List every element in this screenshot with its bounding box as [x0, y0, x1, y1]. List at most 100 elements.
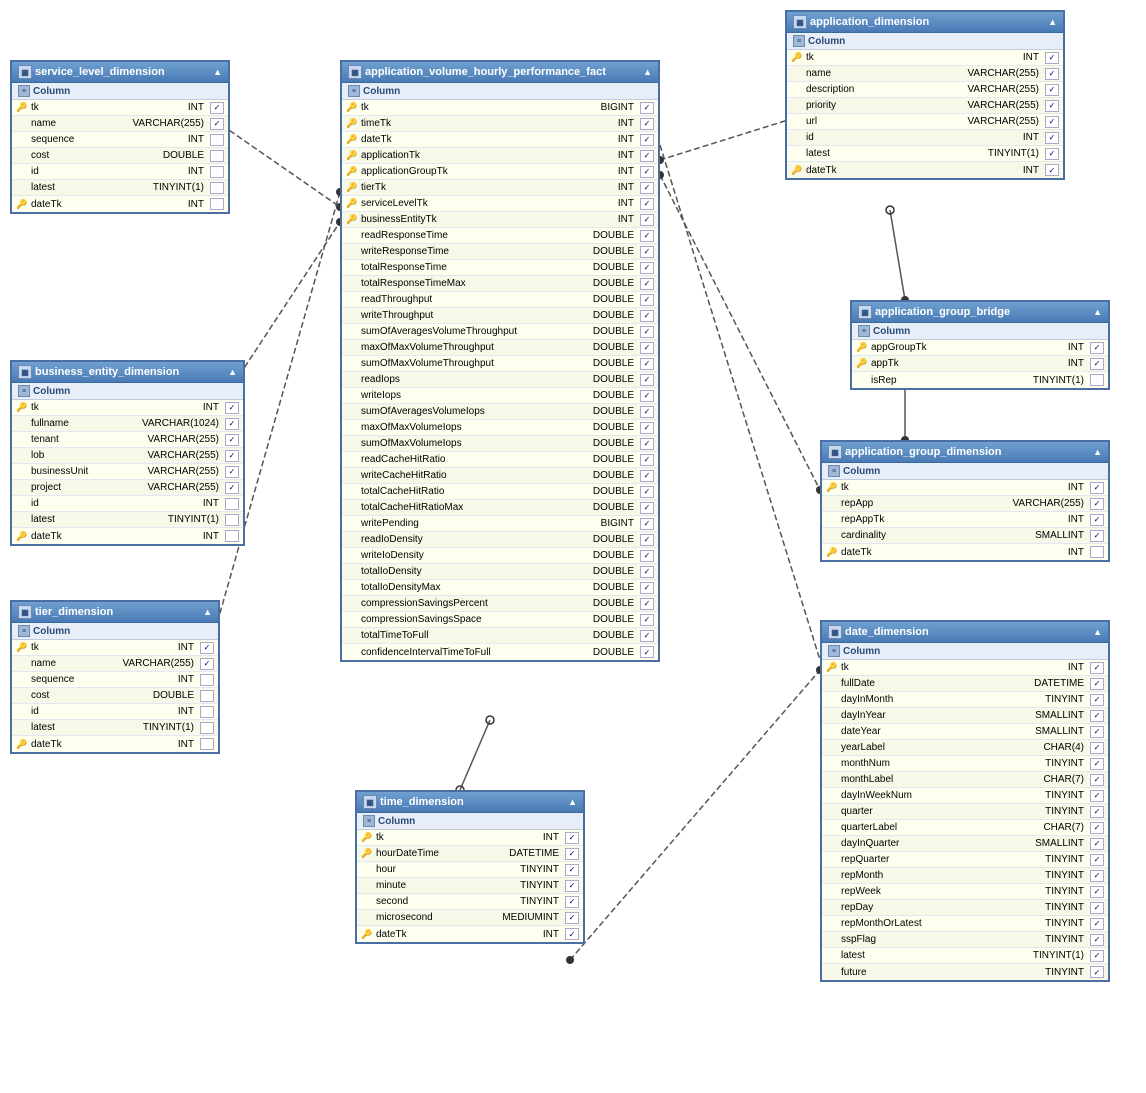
application-group-dimension-title: application_group_dimension	[845, 446, 1001, 458]
table-row: id INT	[787, 130, 1063, 146]
fact-title: application_volume_hourly_performance_fa…	[365, 66, 606, 78]
table-row: id INT	[12, 164, 228, 180]
table-row: maxOfMaxVolumeIops DOUBLE	[342, 420, 658, 436]
table-row: writeResponseTime DOUBLE	[342, 244, 658, 260]
table-icon: ▦	[828, 625, 842, 639]
table-row: sumOfMaxVolumeIops DOUBLE	[342, 436, 658, 452]
table-row: 🔑 appTk INT	[852, 356, 1108, 372]
table-row: 🔑 tk INT	[822, 480, 1108, 496]
table-row: repWeek TINYINT	[822, 884, 1108, 900]
table-row: writeIoDensity DOUBLE	[342, 548, 658, 564]
table-row: sspFlag TINYINT	[822, 932, 1108, 948]
table-row: cost DOUBLE	[12, 688, 218, 704]
table-row: name VARCHAR(255)	[787, 66, 1063, 82]
table-row: repQuarter TINYINT	[822, 852, 1108, 868]
table-icon: ▦	[18, 605, 32, 619]
table-row: dayInWeekNum TINYINT	[822, 788, 1108, 804]
application-group-dimension-header: ▦ application_group_dimension ▲	[822, 442, 1108, 463]
table-icon: ▦	[828, 445, 842, 459]
col-subheader: ≡ Column	[852, 323, 1108, 340]
service-level-dimension-table: ▦ service_level_dimension ▲ ≡ Column 🔑 t…	[10, 60, 230, 214]
fact-table: ▦ application_volume_hourly_performance_…	[340, 60, 660, 662]
table-row: isRep TINYINT(1)	[852, 372, 1108, 388]
table-row: totalCacheHitRatio DOUBLE	[342, 484, 658, 500]
fact-table-header: ▦ application_volume_hourly_performance_…	[342, 62, 658, 83]
pk-icon: 🔑	[16, 102, 28, 114]
table-row: description VARCHAR(255)	[787, 82, 1063, 98]
table-row: totalIoDensity DOUBLE	[342, 564, 658, 580]
table-row: 🔑 dateTk INT	[12, 528, 243, 544]
sort-icon: ▲	[1048, 17, 1057, 27]
table-row: 🔑 dateTk INT	[12, 736, 218, 752]
table-row: lob VARCHAR(255)	[12, 448, 243, 464]
sort-icon: ▲	[203, 607, 212, 617]
table-row: 🔑 tk INT	[12, 100, 228, 116]
fk-icon: 🔑	[16, 198, 28, 210]
table-icon: ▦	[18, 65, 32, 79]
table-row: 🔑 dateTk INT	[12, 196, 228, 212]
table-row: future TINYINT	[822, 964, 1108, 980]
table-row: second TINYINT	[357, 894, 583, 910]
table-row: cardinality SMALLINT	[822, 528, 1108, 544]
table-row: dayInYear SMALLINT	[822, 708, 1108, 724]
table-row: 🔑 dateTk INT	[342, 132, 658, 148]
table-row: sumOfAveragesVolumeIops DOUBLE	[342, 404, 658, 420]
table-row: 🔑 applicationGroupTk INT	[342, 164, 658, 180]
table-icon: ▦	[793, 15, 807, 29]
table-row: writeThroughput DOUBLE	[342, 308, 658, 324]
application-dimension-header: ▦ application_dimension ▲	[787, 12, 1063, 33]
table-row: 🔑 tk BIGINT	[342, 100, 658, 116]
table-row: sumOfMaxVolumeThroughput DOUBLE	[342, 356, 658, 372]
table-row: id INT	[12, 496, 243, 512]
table-row: dayInMonth TINYINT	[822, 692, 1108, 708]
time-dimension-table: ▦ time_dimension ▲ ≡ Column 🔑 tk INT 🔑 h…	[355, 790, 585, 944]
table-row: microsecond MEDIUMINT	[357, 910, 583, 926]
table-row: cost DOUBLE	[12, 148, 228, 164]
tier-dimension-header: ▦ tier_dimension ▲	[12, 602, 218, 623]
table-row: project VARCHAR(255)	[12, 480, 243, 496]
col-subheader: ≡ Column	[12, 83, 228, 100]
table-row: 🔑 appGroupTk INT	[852, 340, 1108, 356]
table-row: fullname VARCHAR(1024)	[12, 416, 243, 432]
table-row: quarter TINYINT	[822, 804, 1108, 820]
table-row: repApp VARCHAR(255)	[822, 496, 1108, 512]
table-row: latest TINYINT(1)	[787, 146, 1063, 162]
table-row: readResponseTime DOUBLE	[342, 228, 658, 244]
table-row: latest TINYINT(1)	[12, 512, 243, 528]
sort-icon: ▲	[213, 67, 222, 77]
sort-icon: ▲	[1093, 627, 1102, 637]
table-row: readThroughput DOUBLE	[342, 292, 658, 308]
table-row: latest TINYINT(1)	[12, 720, 218, 736]
application-group-bridge-header: ▦ application_group_bridge ▲	[852, 302, 1108, 323]
col-subheader: ≡ Column	[822, 643, 1108, 660]
diagram-container: ▦ service_level_dimension ▲ ≡ Column 🔑 t…	[0, 0, 1146, 1093]
business-entity-dimension-header: ▦ business_entity_dimension ▲	[12, 362, 243, 383]
table-row: fullDate DATETIME	[822, 676, 1108, 692]
table-row: confidenceIntervalTimeToFull DOUBLE	[342, 644, 658, 660]
table-row: repMonthOrLatest TINYINT	[822, 916, 1108, 932]
table-row: 🔑 dateTk INT	[357, 926, 583, 942]
table-row: 🔑 tk INT	[12, 640, 218, 656]
table-row: readIoDensity DOUBLE	[342, 532, 658, 548]
table-row: 🔑 dateTk INT	[822, 544, 1108, 560]
table-row: totalResponseTimeMax DOUBLE	[342, 276, 658, 292]
table-row: writeIops DOUBLE	[342, 388, 658, 404]
table-row: latest TINYINT(1)	[822, 948, 1108, 964]
table-row: tenant VARCHAR(255)	[12, 432, 243, 448]
application-group-bridge-title: application_group_bridge	[875, 306, 1010, 318]
table-row: name VARCHAR(255)	[12, 656, 218, 672]
table-row: yearLabel CHAR(4)	[822, 740, 1108, 756]
table-row: minute TINYINT	[357, 878, 583, 894]
table-row: writePending BIGINT	[342, 516, 658, 532]
sort-icon: ▲	[1093, 447, 1102, 457]
application-group-bridge-table: ▦ application_group_bridge ▲ ≡ Column 🔑 …	[850, 300, 1110, 390]
tier-dimension-title: tier_dimension	[35, 606, 113, 618]
col-subheader: ≡ Column	[12, 623, 218, 640]
date-dimension-table: ▦ date_dimension ▲ ≡ Column 🔑 tk INT ful…	[820, 620, 1110, 982]
table-row: quarterLabel CHAR(7)	[822, 820, 1108, 836]
date-dimension-header: ▦ date_dimension ▲	[822, 622, 1108, 643]
application-dimension-title: application_dimension	[810, 16, 929, 28]
col-subheader: ≡ Column	[787, 33, 1063, 50]
table-icon: ▦	[348, 65, 362, 79]
table-row: hour TINYINT	[357, 862, 583, 878]
